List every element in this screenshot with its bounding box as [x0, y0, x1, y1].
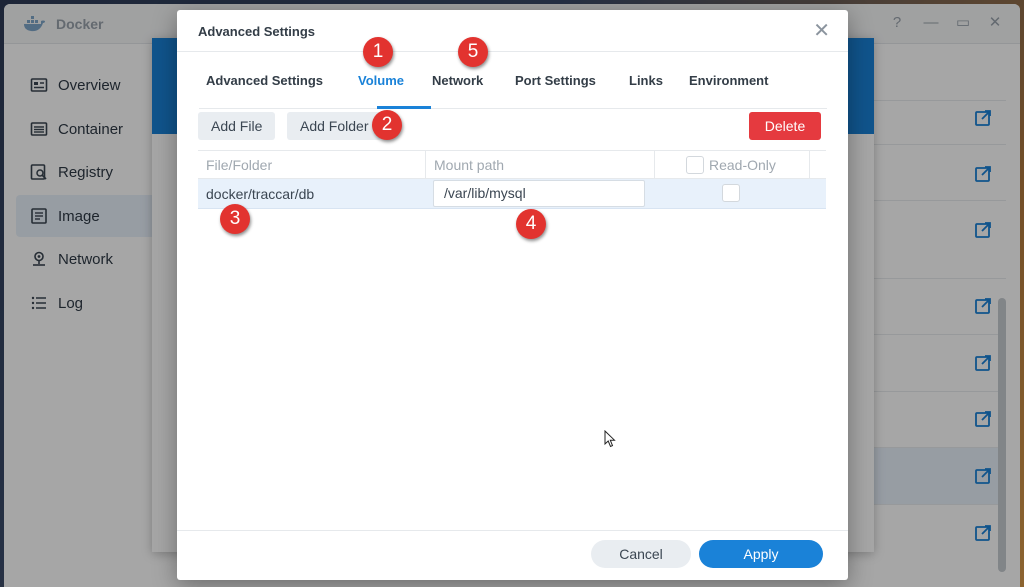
tab-network[interactable]: Network	[432, 73, 483, 88]
read-only-all-checkbox[interactable]	[686, 156, 704, 174]
column-file-folder: File/Folder	[206, 157, 273, 173]
delete-button[interactable]: Delete	[749, 112, 821, 140]
active-tab-indicator	[377, 106, 431, 109]
mount-path-input[interactable]: /var/lib/mysql	[433, 180, 645, 207]
tab-advanced-settings[interactable]: Advanced Settings	[206, 73, 323, 88]
column-separator	[654, 151, 655, 179]
mouse-cursor-icon	[604, 430, 616, 448]
tab-port-settings[interactable]: Port Settings	[515, 73, 596, 88]
tab-links[interactable]: Links	[629, 73, 663, 88]
volume-table-header: File/Folder Mount path Read-Only	[198, 150, 826, 179]
cancel-button[interactable]: Cancel	[591, 540, 691, 568]
close-icon[interactable]: ✕	[813, 20, 830, 42]
file-folder-cell: docker/traccar/db	[206, 186, 315, 202]
tab-environment[interactable]: Environment	[689, 73, 768, 88]
column-mount-path: Mount path	[434, 157, 505, 173]
add-folder-button[interactable]: Add Folder	[287, 112, 382, 140]
column-separator	[809, 151, 810, 179]
apply-button[interactable]: Apply	[699, 540, 823, 568]
table-row[interactable]: docker/traccar/db /var/lib/mysql	[198, 179, 826, 209]
divider	[177, 530, 848, 531]
annotation-marker-2: 2	[372, 110, 402, 140]
annotation-marker-4: 4	[516, 209, 546, 239]
tab-volume[interactable]: Volume	[358, 73, 404, 88]
advanced-settings-dialog: Advanced Settings ✕ Advanced Settings Vo…	[177, 10, 848, 580]
column-read-only: Read-Only	[709, 157, 776, 173]
add-file-button[interactable]: Add File	[198, 112, 276, 140]
column-separator	[425, 151, 426, 179]
annotation-marker-5: 5	[458, 37, 488, 67]
annotation-marker-3: 3	[220, 204, 250, 234]
tab-bar: Advanced Settings Volume Network Port Se…	[199, 51, 827, 109]
read-only-checkbox[interactable]	[722, 184, 740, 202]
dialog-title: Advanced Settings	[198, 24, 316, 39]
annotation-marker-1: 1	[363, 37, 393, 67]
